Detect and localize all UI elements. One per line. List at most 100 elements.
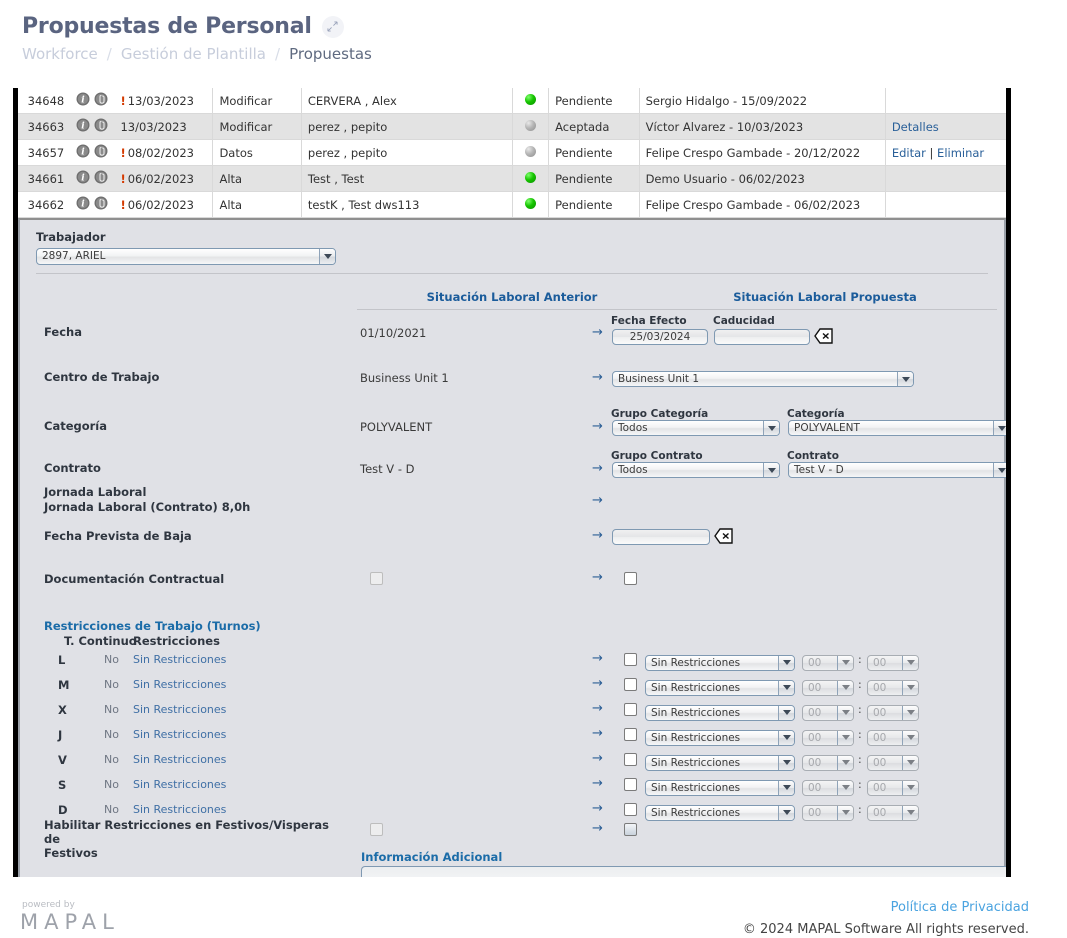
cell-icons: i: [70, 192, 114, 218]
chevron-down-icon[interactable]: [837, 656, 853, 670]
fecha-efecto-input[interactable]: 25/03/2024: [612, 329, 708, 345]
worker-select[interactable]: 2897, ARIEL: [36, 248, 336, 265]
breadcrumb-item-gestion[interactable]: Gestión de Plantilla: [121, 45, 266, 63]
restricciones-title: Restricciones de Trabajo (Turnos): [44, 619, 261, 633]
chevron-down-icon[interactable]: [837, 756, 853, 770]
paperclip-icon[interactable]: [94, 92, 108, 109]
chevron-down-icon[interactable]: [837, 706, 853, 720]
chevron-down-icon[interactable]: [902, 781, 918, 795]
restriccion-minute-select[interactable]: 00: [867, 780, 919, 796]
chevron-down-icon[interactable]: [763, 463, 779, 477]
chevron-down-icon[interactable]: [778, 706, 794, 720]
restriccion-hour-select[interactable]: 00: [802, 780, 854, 796]
restriccion-select[interactable]: Sin Restricciones: [645, 680, 795, 696]
restriccion-minute-select[interactable]: 00: [867, 755, 919, 771]
chevron-down-icon[interactable]: [763, 421, 779, 435]
restriccion-minute-select[interactable]: 00: [867, 805, 919, 821]
restriccion-arrow-icon: →: [592, 777, 603, 790]
chevron-down-icon[interactable]: [902, 681, 918, 695]
chevron-down-icon[interactable]: [837, 781, 853, 795]
caducidad-input[interactable]: [714, 329, 810, 345]
restriccion-continuo: No: [104, 703, 119, 716]
chevron-down-icon[interactable]: [778, 781, 794, 795]
chevron-down-icon[interactable]: [837, 806, 853, 820]
restriccion-hour-select[interactable]: 00: [802, 680, 854, 696]
chevron-down-icon[interactable]: [897, 372, 913, 386]
restriccion-minute-select[interactable]: 00: [867, 680, 919, 696]
restriccion-hour-select[interactable]: 00: [802, 655, 854, 671]
table-row[interactable]: 34663i 13/03/2023Modificarperez , pepito…: [18, 114, 1006, 140]
table-row[interactable]: 34661i !06/02/2023AltaTest , TestPendien…: [18, 166, 1006, 192]
chevron-down-icon[interactable]: [778, 656, 794, 670]
chevron-down-icon[interactable]: [778, 681, 794, 695]
paperclip-icon[interactable]: [94, 144, 108, 161]
restriccion-minute-select[interactable]: 00: [867, 705, 919, 721]
restriccion-minute-select[interactable]: 00: [867, 730, 919, 746]
fecha-arrow-icon: →: [592, 326, 603, 339]
baja-input[interactable]: [612, 529, 710, 545]
paperclip-icon[interactable]: [94, 196, 108, 213]
info-icon[interactable]: i: [76, 92, 90, 109]
chevron-down-icon[interactable]: [902, 656, 918, 670]
categoria-select[interactable]: POLYVALENT: [788, 420, 1010, 436]
restriccion-arrow-icon: →: [592, 702, 603, 715]
festivos-checkbox[interactable]: [624, 823, 637, 836]
expand-arrows-icon[interactable]: [322, 16, 344, 38]
restriccion-select[interactable]: Sin Restricciones: [645, 705, 795, 721]
baja-erase-icon[interactable]: [714, 528, 733, 548]
chevron-down-icon[interactable]: [778, 806, 794, 820]
restriccion-checkbox[interactable]: [624, 703, 637, 716]
restriccion-hour-select-value: 00: [808, 807, 821, 820]
chevron-down-icon[interactable]: [837, 681, 853, 695]
table-row[interactable]: 34657i !08/02/2023Datosperez , pepitoPen…: [18, 140, 1006, 166]
paperclip-icon[interactable]: [94, 170, 108, 187]
restriccion-hour-select[interactable]: 00: [802, 730, 854, 746]
restriccion-hour-select[interactable]: 00: [802, 705, 854, 721]
chevron-down-icon[interactable]: [837, 731, 853, 745]
chevron-down-icon[interactable]: [902, 706, 918, 720]
restriccion-minute-select-value: 00: [873, 732, 886, 745]
chevron-down-icon[interactable]: [993, 463, 1009, 477]
chevron-down-icon[interactable]: [902, 731, 918, 745]
info-icon[interactable]: i: [76, 196, 90, 213]
restriccion-checkbox[interactable]: [624, 728, 637, 741]
chevron-down-icon[interactable]: [993, 421, 1009, 435]
restriccion-hour-select[interactable]: 00: [802, 805, 854, 821]
caducidad-erase-icon[interactable]: [814, 328, 833, 348]
documentacion-checkbox[interactable]: [624, 572, 637, 585]
grupo-categoria-select[interactable]: Todos: [612, 420, 780, 436]
restriccion-checkbox[interactable]: [624, 778, 637, 791]
restriccion-minute-select[interactable]: 00: [867, 655, 919, 671]
restriccion-select[interactable]: Sin Restricciones: [645, 755, 795, 771]
restriccion-checkbox[interactable]: [624, 653, 637, 666]
centro-select[interactable]: Business Unit 1: [612, 371, 914, 387]
restriccion-checkbox[interactable]: [624, 678, 637, 691]
chevron-down-icon[interactable]: [319, 249, 335, 264]
chevron-down-icon[interactable]: [778, 756, 794, 770]
row-action-detalles[interactable]: Detalles: [892, 120, 939, 134]
info-adicional-textarea[interactable]: [361, 866, 1009, 877]
restriccion-select[interactable]: Sin Restricciones: [645, 805, 795, 821]
table-row[interactable]: 34662i !06/02/2023AltatestK , Test dws11…: [18, 192, 1006, 218]
row-action-eliminar[interactable]: Eliminar: [937, 146, 984, 160]
breadcrumb-item-workforce[interactable]: Workforce: [22, 45, 98, 63]
paperclip-icon[interactable]: [94, 118, 108, 135]
restriccion-checkbox[interactable]: [624, 753, 637, 766]
chevron-down-icon[interactable]: [902, 806, 918, 820]
restriccion-select[interactable]: Sin Restricciones: [645, 655, 795, 671]
restriccion-hour-select[interactable]: 00: [802, 755, 854, 771]
restriccion-select[interactable]: Sin Restricciones: [645, 780, 795, 796]
privacy-policy-link[interactable]: Política de Privacidad: [891, 900, 1029, 915]
info-icon[interactable]: i: [76, 118, 90, 135]
contrato-select[interactable]: Test V - D: [788, 462, 1010, 478]
chevron-down-icon[interactable]: [902, 756, 918, 770]
info-icon[interactable]: i: [76, 144, 90, 161]
info-icon[interactable]: i: [76, 170, 90, 187]
table-row[interactable]: 34648i !13/03/2023ModificarCERVERA , Ale…: [18, 88, 1006, 114]
restriccion-checkbox[interactable]: [624, 803, 637, 816]
grupo-contrato-select[interactable]: Todos: [612, 462, 780, 478]
contrato-previous-value: Test V - D: [360, 462, 415, 476]
restriccion-select[interactable]: Sin Restricciones: [645, 730, 795, 746]
chevron-down-icon[interactable]: [778, 731, 794, 745]
row-action-editar[interactable]: Editar: [892, 146, 926, 160]
